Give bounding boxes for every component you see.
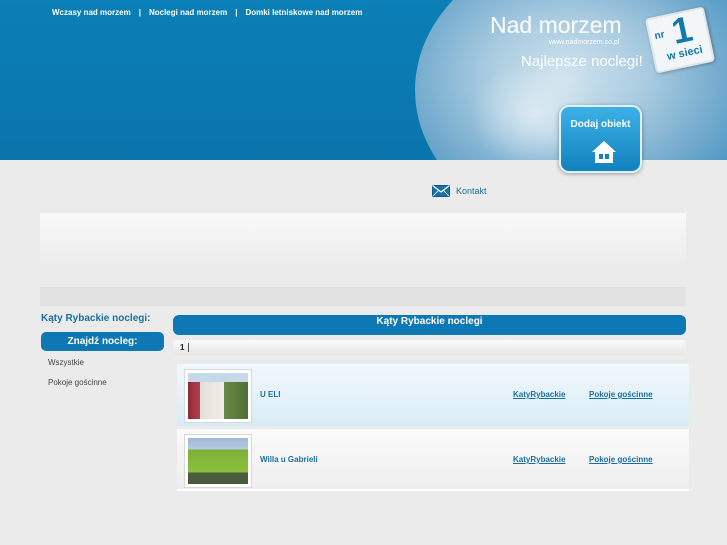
listing-type-link[interactable]: Pokoje gościnne: [589, 455, 653, 464]
listing-thumbnail[interactable]: [184, 369, 252, 423]
listing-thumbnail[interactable]: [184, 434, 252, 488]
tagline: Najlepsze noclegi!: [521, 53, 643, 70]
brand-url: www.nadmorzem.co.pl: [549, 39, 620, 46]
banner-area: [40, 213, 686, 268]
sidebar-item-pokoje[interactable]: Pokoje gościnne: [48, 378, 107, 387]
listing-row: U ELI KatyRybackie Pokoje gościnne: [177, 364, 689, 426]
brand-logo[interactable]: Nad morzem: [490, 12, 622, 39]
listing-city-link[interactable]: KatyRybackie: [513, 455, 565, 464]
badge-text: w sieci: [666, 43, 704, 63]
add-listing-button[interactable]: Dodaj obiekt: [559, 105, 642, 173]
listing-photo: [188, 438, 248, 484]
listing-type-link[interactable]: Pokoje gościnne: [589, 390, 653, 399]
top-nav: Wczasy nad morzem | Noclegi nad morzem | Dom…: [52, 8, 362, 17]
listing-name[interactable]: Willa u Gabrieli: [260, 455, 318, 464]
listing-photo: [188, 373, 248, 419]
nav-link-noclegi[interactable]: Noclegi nad morzem: [149, 8, 227, 17]
listing-row: Willa u Gabrieli KatyRybackie Pokoje goś…: [177, 429, 689, 491]
sidebar-item-wszystkie[interactable]: Wszystkie: [48, 358, 84, 367]
nav-separator: |: [138, 8, 141, 17]
divider-strip: [40, 287, 686, 306]
find-lodging-button[interactable]: Znajdź nocleg:: [41, 332, 164, 351]
envelope-icon: [432, 185, 450, 197]
pagination: 1: [173, 340, 686, 355]
listing-name[interactable]: U ELI: [260, 390, 280, 399]
listing-city-link[interactable]: KatyRybackie: [513, 390, 565, 399]
nav-link-wczasy[interactable]: Wczasy nad morzem: [52, 8, 131, 17]
sidebar-title: Kąty Rybackie noclegi:: [41, 313, 151, 324]
nav-link-domki[interactable]: Domki letniskowe nad morzem: [245, 8, 362, 17]
pager-separator: [188, 343, 190, 353]
house-icon: [592, 141, 616, 163]
add-listing-label: Dodaj obiekt: [570, 119, 631, 130]
page-title: Kąty Rybackie noclegi: [173, 315, 686, 335]
contact-label: Kontakt: [456, 186, 487, 196]
page-number-current[interactable]: 1: [180, 343, 184, 352]
nav-separator: |: [235, 8, 238, 17]
badge-nr: nr: [653, 29, 666, 43]
contact-link[interactable]: Kontakt: [432, 185, 487, 197]
